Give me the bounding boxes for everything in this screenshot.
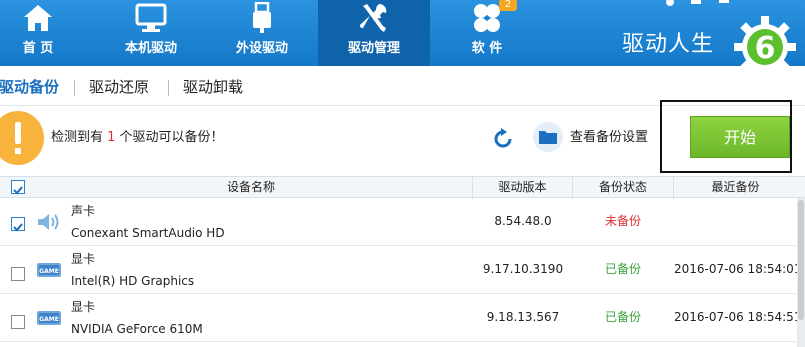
nav-software[interactable]: 2 软 件 (444, 0, 530, 66)
home-icon (24, 5, 52, 31)
device-model: Conexant SmartAudio HD (71, 226, 225, 240)
info-icon[interactable] (664, 0, 676, 10)
device-model: Intel(R) HD Graphics (71, 274, 195, 288)
nav-peripheral-drivers-label: 外设驱动 (235, 41, 288, 56)
menu-icon[interactable] (718, 0, 730, 10)
col-device-name[interactable]: 设备名称 (30, 177, 473, 199)
tab-divider (168, 80, 169, 96)
nav-software-label: 软 件 (471, 41, 503, 56)
table-row[interactable]: GAME 显卡 NVIDIA GeForce 610M 9.18.13.567 … (0, 294, 805, 342)
backup-state: 未备份 (604, 214, 641, 228)
col-backup-state[interactable]: 备份状态 (573, 177, 674, 199)
nav-local-drivers[interactable]: 本机驱动 (108, 0, 194, 66)
device-type: 显卡 (71, 252, 96, 266)
backup-state: 已备份 (604, 310, 641, 324)
warning-icon (0, 111, 44, 165)
status-prefix: 检测到有 (51, 130, 108, 145)
brand-logo-digit: 6 (755, 31, 776, 66)
driver-table: 设备名称 驱动版本 备份状态 最近备份 声卡 Conexant SmartAud… (0, 176, 805, 347)
row-checkbox[interactable] (11, 217, 25, 232)
nav-peripheral-drivers[interactable]: 外设驱动 (218, 0, 306, 66)
driver-version: 9.17.10.3190 (482, 262, 564, 276)
driver-backup-window: 首 页 本机驱动 外设驱动 驱动管理 2 软 件 驱动人生 6 驱动备份 驱动还… (0, 0, 805, 347)
tab-divider (74, 80, 75, 96)
refresh-icon[interactable] (492, 128, 514, 150)
tab-driver-uninstall[interactable]: 驱动卸载 (183, 76, 243, 98)
nav-driver-management-label: 驱动管理 (347, 41, 400, 56)
monitor-icon (135, 3, 167, 32)
svg-text:GAME: GAME (39, 316, 59, 323)
last-backup-date: 2016-07-06 18:54:51 (674, 310, 802, 324)
table-header: 设备名称 驱动版本 备份状态 最近备份 (0, 176, 805, 199)
scrollbar-thumb[interactable] (798, 200, 804, 320)
check-icon (13, 223, 23, 232)
col-last-backup[interactable]: 最近备份 (674, 177, 797, 199)
svg-text:GAME: GAME (39, 268, 59, 275)
game-card-icon: GAME (37, 263, 61, 277)
start-backup-button[interactable]: 开始 (690, 116, 790, 158)
detection-status-text: 检测到有 1 个驱动可以备份！ (51, 128, 224, 148)
software-count-badge: 2 (499, 0, 517, 11)
minimize-icon[interactable] (690, 0, 702, 10)
device-type: 显卡 (71, 300, 96, 314)
tools-icon (359, 3, 387, 32)
driver-version: 8.54.48.0 (494, 214, 552, 228)
tab-driver-restore[interactable]: 驱动还原 (89, 76, 149, 98)
folder-icon[interactable] (532, 121, 564, 153)
last-backup-date: 2016-07-06 18:54:01 (674, 262, 802, 276)
nav-local-drivers-label: 本机驱动 (124, 41, 177, 56)
col-driver-version[interactable]: 驱动版本 (473, 177, 573, 199)
top-nav-bar: 首 页 本机驱动 外设驱动 驱动管理 2 软 件 驱动人生 6 (0, 0, 805, 78)
check-icon (13, 186, 23, 195)
table-row[interactable]: 声卡 Conexant SmartAudio HD 8.54.48.0 未备份 (0, 198, 805, 246)
table-scrollbar[interactable] (797, 198, 805, 347)
row-checkbox[interactable] (11, 267, 25, 281)
game-card-icon: GAME (37, 311, 61, 325)
nav-home[interactable]: 首 页 (0, 0, 76, 66)
nav-home-label: 首 页 (22, 41, 54, 56)
status-suffix: 个驱动可以备份！ (115, 130, 224, 145)
device-type: 声卡 (71, 204, 96, 218)
brand-name: 驱动人生 (622, 32, 715, 57)
usb-icon (253, 2, 271, 33)
speaker-icon (38, 214, 59, 230)
backup-state: 已备份 (604, 262, 641, 276)
driver-version: 9.18.13.567 (486, 310, 560, 324)
view-backup-settings-link[interactable]: 查看备份设置 (570, 128, 648, 148)
table-row[interactable]: GAME 显卡 Intel(R) HD Graphics 9.17.10.319… (0, 246, 805, 294)
row-checkbox[interactable] (11, 315, 25, 329)
device-model: NVIDIA GeForce 610M (71, 322, 203, 336)
nav-driver-management[interactable]: 驱动管理 (318, 0, 430, 66)
select-all-checkbox[interactable] (11, 180, 25, 195)
tab-driver-backup[interactable]: 驱动备份 (0, 76, 59, 98)
